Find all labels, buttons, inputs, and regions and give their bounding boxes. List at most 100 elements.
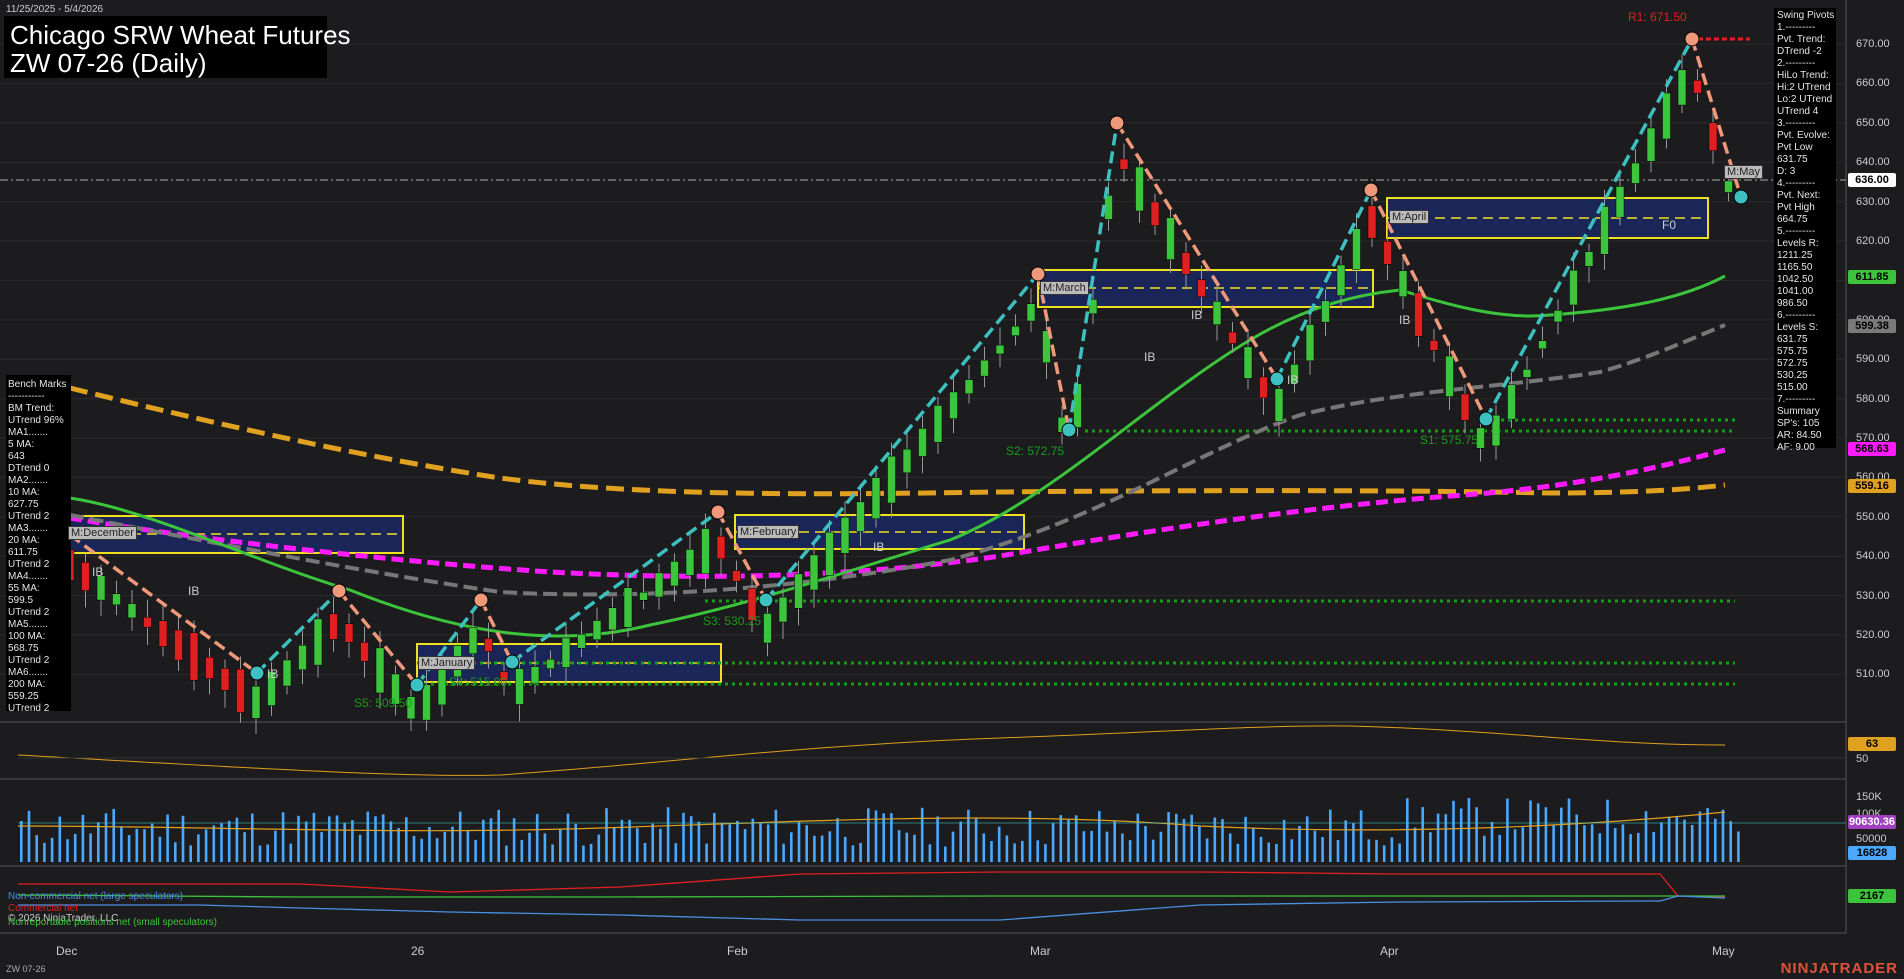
candle — [329, 613, 338, 640]
bench-mark-line: 20 MA: — [8, 535, 40, 546]
volume-bar — [220, 823, 223, 862]
volume-bar — [1621, 824, 1625, 862]
candle — [1321, 300, 1330, 323]
date-range: 11/25/2025 - 5/4/2026 — [6, 4, 104, 15]
volume-bar — [782, 843, 785, 862]
candle — [778, 596, 788, 623]
volume-bar — [805, 825, 808, 862]
volume-bar — [135, 828, 139, 862]
candle — [1181, 252, 1191, 275]
price-tick: 510.00 — [1856, 668, 1890, 681]
candle — [561, 637, 571, 668]
volume-bar — [566, 813, 570, 862]
candle — [1398, 270, 1408, 297]
candle — [964, 379, 974, 395]
volume-bar — [1367, 839, 1371, 862]
candle — [1429, 340, 1439, 351]
volume-bar — [1151, 839, 1155, 862]
ib-label: IB — [1287, 373, 1299, 387]
volume-bar — [1660, 822, 1663, 862]
volume-bar — [1059, 815, 1063, 862]
volume-bar — [836, 818, 839, 862]
swing-pivot-line: Pvt. Next: — [1777, 190, 1821, 201]
candle — [360, 642, 369, 662]
volume-bar — [1729, 821, 1732, 862]
vol-tick-150k: 150K — [1856, 791, 1882, 803]
candle — [608, 607, 617, 631]
bench-mark-line: MA1....... — [8, 427, 49, 438]
volume-bar — [73, 833, 77, 862]
volume-bar — [520, 839, 524, 862]
bench-mark-line: 568.75 — [8, 643, 39, 654]
candle — [1104, 195, 1113, 220]
candle — [1197, 279, 1206, 298]
footer-symbol: ZW 07-26 — [6, 964, 46, 974]
volume-bar — [1521, 827, 1525, 862]
ib-label: IB — [188, 584, 200, 598]
candle — [422, 684, 431, 721]
volume-bar — [920, 807, 924, 862]
candle — [716, 536, 726, 559]
volume-bar — [1583, 825, 1586, 862]
swing-zigzag — [68, 38, 1743, 687]
price-tag: 599.38 — [1848, 319, 1896, 333]
candle — [980, 359, 989, 377]
candle — [375, 647, 385, 694]
volume-bar — [697, 821, 701, 862]
candle — [484, 638, 493, 652]
month-label-december: M:December — [68, 526, 137, 540]
volume-bar — [1221, 819, 1224, 862]
candle — [1305, 324, 1315, 362]
volume-bar — [1236, 843, 1240, 862]
swing-pivot-line: 7.--------- — [1777, 394, 1816, 405]
candle — [794, 573, 803, 609]
volume-bar — [574, 823, 577, 862]
volume-bar — [1459, 808, 1463, 862]
candle — [732, 570, 741, 582]
volume-bar — [405, 817, 408, 862]
price-chart[interactable] — [0, 0, 1904, 979]
volume-bar — [1252, 827, 1255, 862]
oscillator-line — [17, 725, 1726, 776]
swing-pivot-dots — [249, 31, 1749, 693]
bench-mark-line: 55 MA: — [8, 583, 40, 594]
volume-bar — [982, 833, 986, 862]
volume-bar — [1205, 838, 1209, 862]
volume-bar — [759, 823, 762, 862]
volume-bar — [905, 832, 909, 862]
cot-large-spec — [18, 895, 1726, 921]
volume-bar — [997, 826, 1001, 862]
candle — [1336, 264, 1346, 296]
volume-bar — [1429, 832, 1432, 862]
volume-bar — [1629, 834, 1632, 862]
volume-bar — [1382, 845, 1386, 862]
bench-mark-line: MA4....... — [8, 571, 49, 582]
bench-mark-line: DTrend 0 — [8, 463, 50, 474]
volume-bar — [1313, 830, 1317, 862]
swing-pivot-line: Pvt Low — [1777, 142, 1813, 153]
candle — [530, 666, 540, 685]
cot-commercial — [18, 871, 1726, 898]
candle — [933, 405, 943, 443]
volume-bar — [597, 834, 601, 862]
volume-bar — [612, 827, 616, 862]
volume-bar — [366, 811, 370, 862]
volume-bar — [1021, 840, 1024, 862]
bench-mark-line: BM Trend: — [8, 403, 55, 414]
volume-bar — [428, 826, 431, 862]
volume-bar — [351, 820, 354, 862]
volume-bar — [1575, 814, 1578, 862]
volume-bar — [397, 828, 400, 862]
volume-avg-tag: 90630.36 — [1848, 815, 1896, 829]
volume-bar — [289, 843, 293, 862]
price-tag: 568.63 — [1848, 442, 1896, 456]
volume-bar — [582, 845, 585, 862]
volume-bar — [559, 828, 562, 862]
candle — [1538, 340, 1547, 350]
candle — [1135, 166, 1144, 212]
ib-label: IB — [92, 565, 104, 579]
bench-mark-line: 643 — [8, 451, 25, 462]
ma-20 — [69, 274, 1726, 638]
bench-mark-line: UTrend 2 — [8, 655, 50, 666]
volume-bar — [150, 823, 154, 862]
